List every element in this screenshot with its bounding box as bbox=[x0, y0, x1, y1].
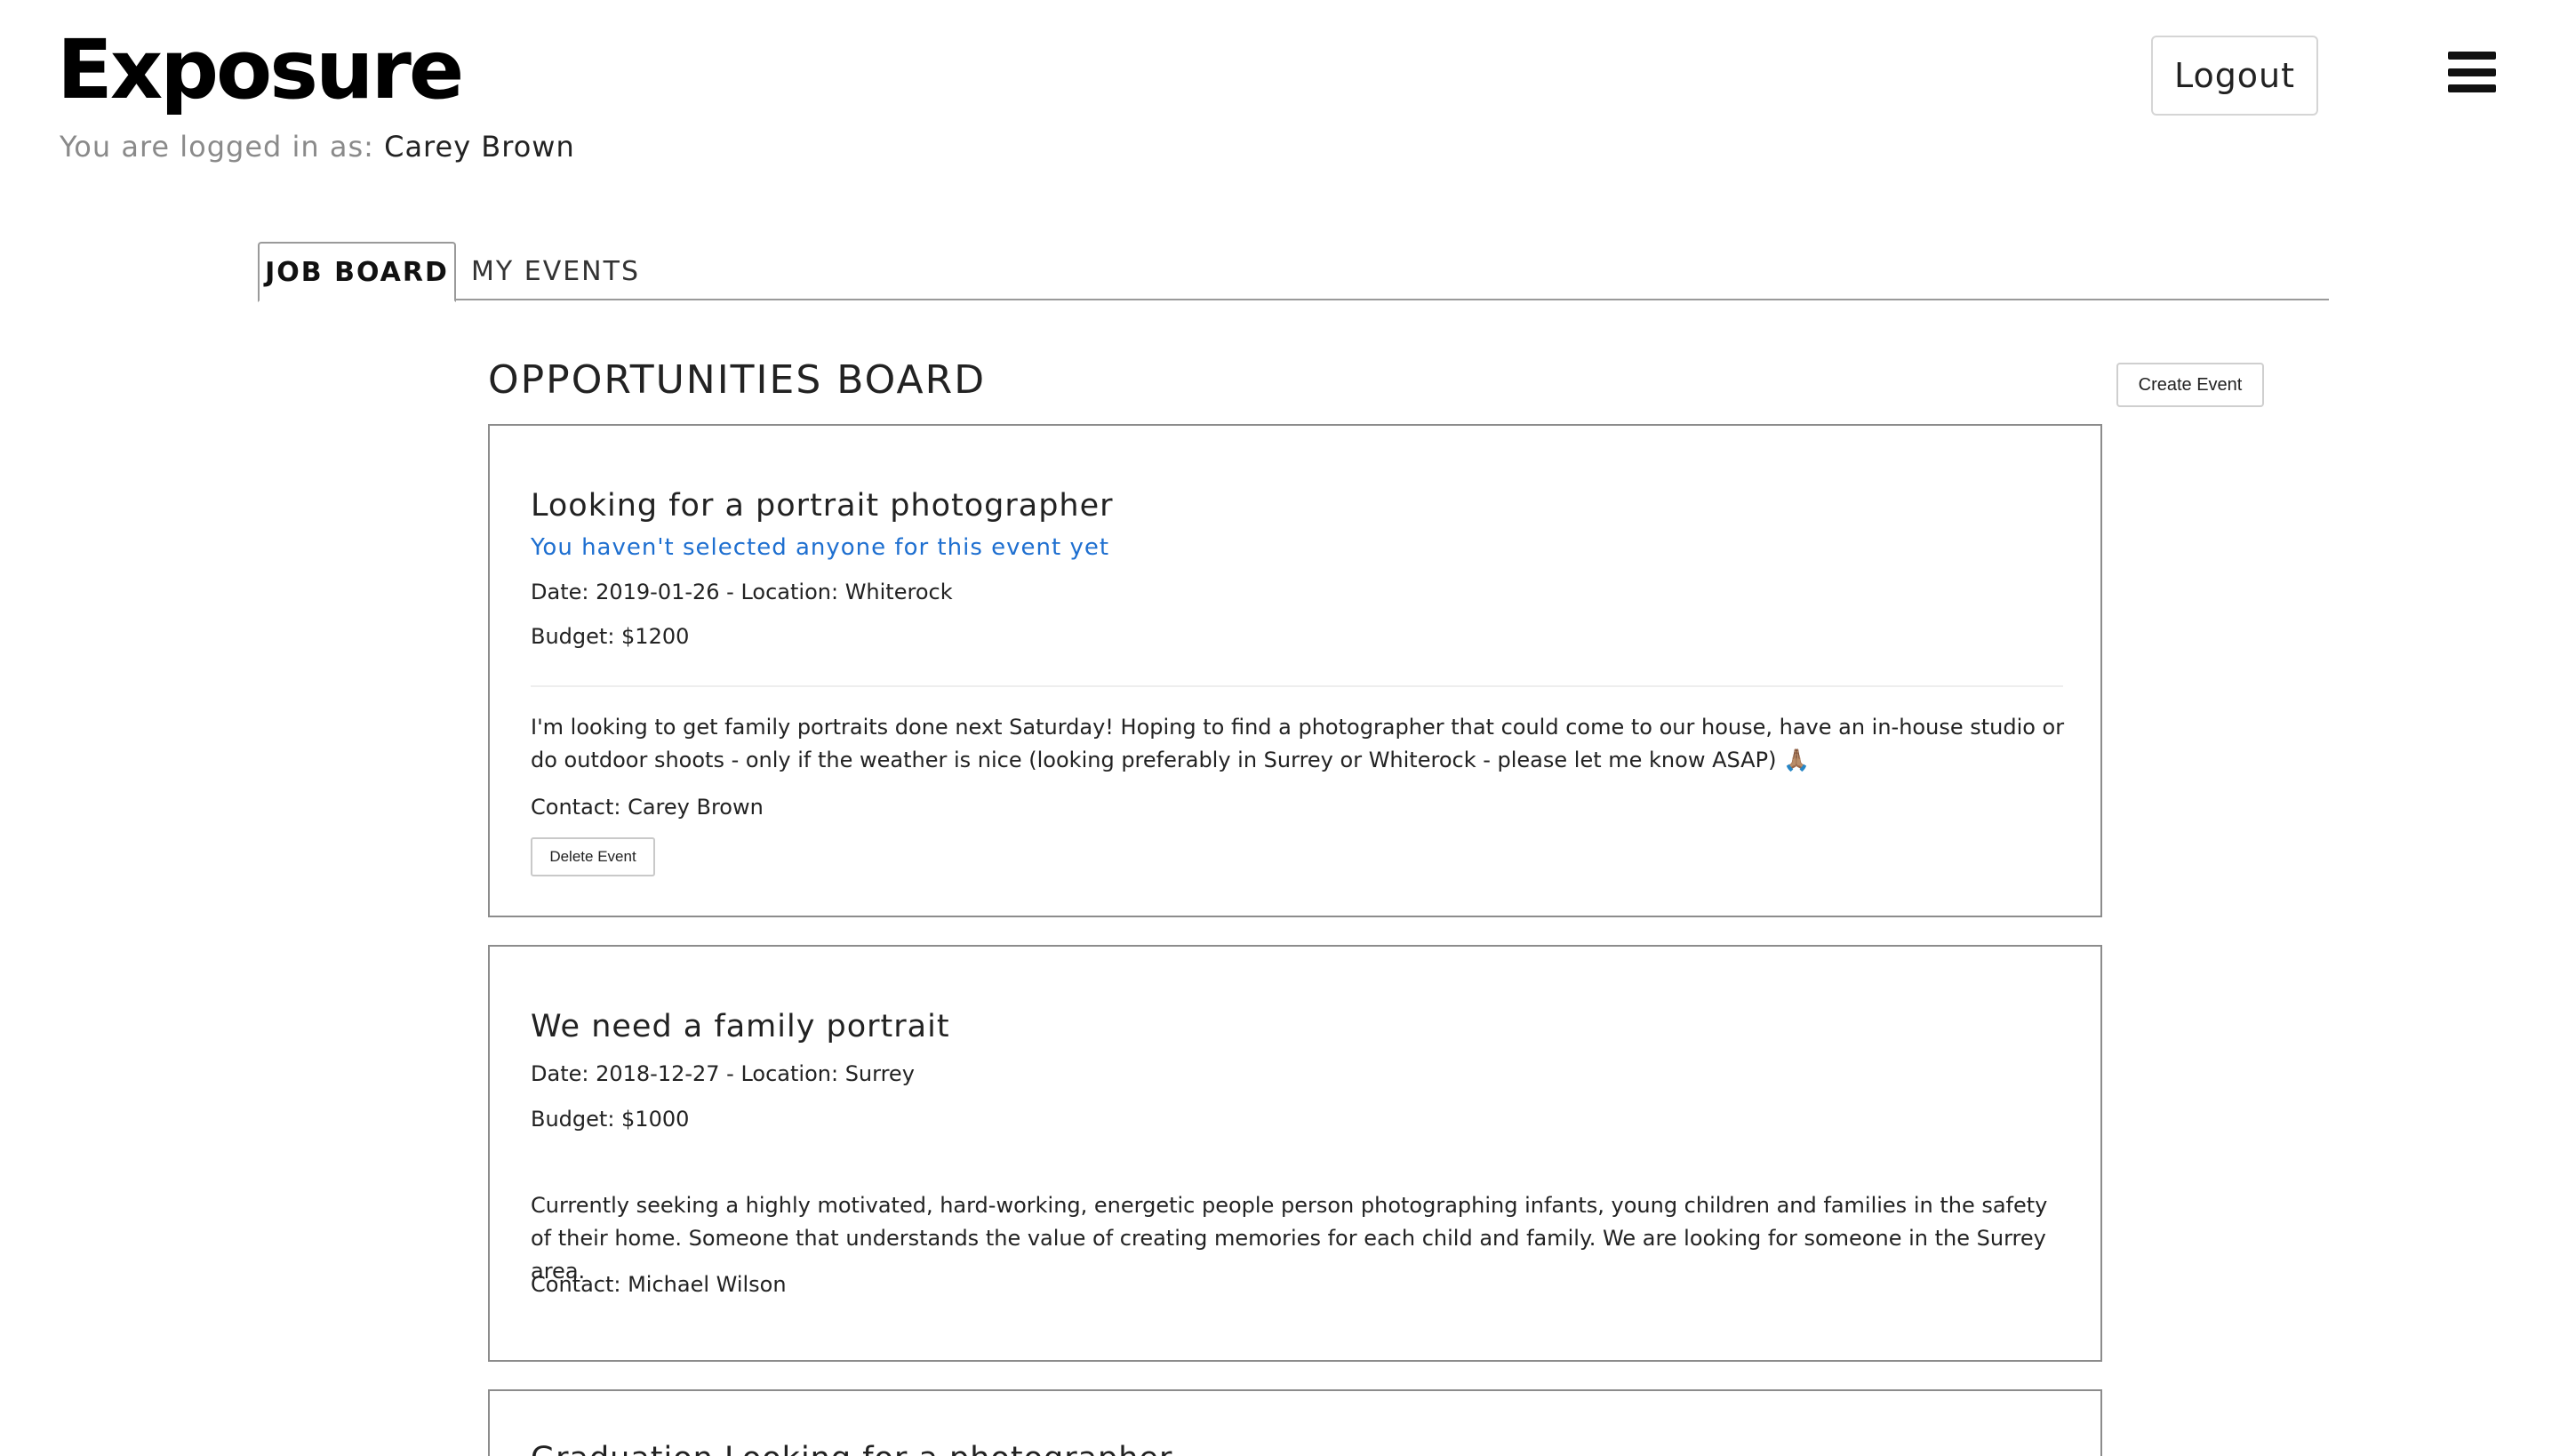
event-title: Graduation Looking for a photographer bbox=[531, 1441, 1172, 1456]
event-date-location: Date: 2019-01-26 - Location: Whiterock bbox=[531, 580, 953, 604]
logged-in-status: You are logged in as: Carey Brown bbox=[60, 130, 575, 164]
event-description: I'm looking to get family portraits done… bbox=[531, 715, 2065, 772]
logout-button[interactable]: Logout bbox=[2151, 36, 2318, 116]
event-card: We need a family portrait Date: 2018-12-… bbox=[488, 945, 2102, 1362]
tab-bar: JOB BOARD MY EVENTS bbox=[258, 242, 2329, 302]
tab-job-board[interactable]: JOB BOARD bbox=[258, 242, 456, 302]
app-logo[interactable]: Exposure bbox=[57, 23, 464, 117]
hamburger-menu-icon[interactable] bbox=[2448, 52, 2496, 92]
event-budget: Budget: $1000 bbox=[531, 1107, 690, 1132]
menu-bar bbox=[2448, 52, 2496, 60]
event-card: Looking for a portrait photographer You … bbox=[488, 424, 2102, 917]
event-contact: Contact: Carey Brown bbox=[531, 795, 764, 820]
event-title: We need a family portrait bbox=[531, 1009, 950, 1044]
event-selection-status[interactable]: You haven't selected anyone for this eve… bbox=[531, 534, 1109, 561]
card-divider bbox=[531, 685, 2063, 687]
create-event-button[interactable]: Create Event bbox=[2116, 363, 2264, 407]
tab-my-events[interactable]: MY EVENTS bbox=[471, 242, 649, 300]
event-contact: Contact: Michael Wilson bbox=[531, 1272, 787, 1297]
logged-in-label: You are logged in as: bbox=[60, 130, 374, 164]
menu-bar bbox=[2448, 84, 2496, 92]
event-title: Looking for a portrait photographer bbox=[531, 488, 1114, 524]
delete-event-button[interactable]: Delete Event bbox=[531, 837, 655, 876]
event-budget: Budget: $1200 bbox=[531, 624, 690, 649]
page-title: OPPORTUNITIES BOARD bbox=[488, 357, 987, 403]
event-date-location: Date: 2018-12-27 - Location: Surrey bbox=[531, 1061, 915, 1086]
event-card: Graduation Looking for a photographer bbox=[488, 1389, 2102, 1456]
user-name: Carey Brown bbox=[384, 130, 575, 164]
menu-bar bbox=[2448, 68, 2496, 76]
